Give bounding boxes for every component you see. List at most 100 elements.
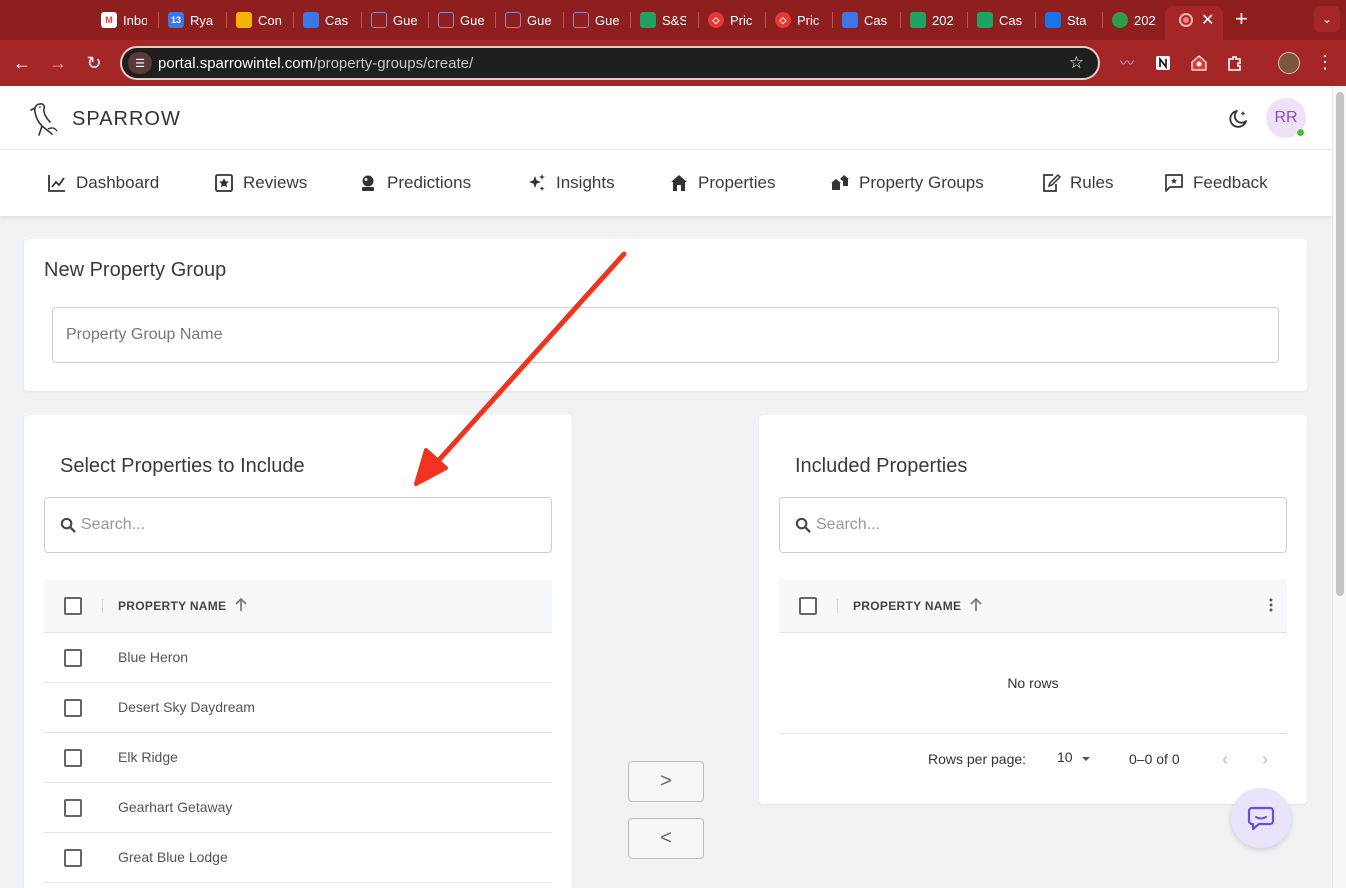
remove-from-included-button[interactable]: < (628, 818, 704, 859)
browser-tab[interactable]: Cas (842, 10, 888, 30)
browser-tab[interactable]: Gue (573, 10, 619, 30)
home-icon (671, 175, 687, 191)
browser-tab-title: Gue (595, 12, 619, 28)
extension-house-icon[interactable] (1188, 52, 1210, 74)
site-info-icon[interactable]: ☰ (128, 52, 152, 74)
browser-tab[interactable]: ◇ Pric (775, 10, 821, 30)
property-name-column-header[interactable]: PROPERTY NAME (118, 599, 226, 613)
extensions-puzzle-icon[interactable] (1224, 52, 1246, 74)
property-name-column-header[interactable]: PROPERTY NAME (853, 599, 961, 613)
browser-tab-title: Gue (527, 12, 551, 28)
brand-name[interactable]: SPARROW (72, 108, 181, 131)
row-checkbox[interactable] (64, 849, 82, 867)
close-tab-icon[interactable]: ✕ (1201, 10, 1214, 30)
table-row[interactable]: Blue Heron (44, 633, 552, 683)
url-text[interactable]: portal.sparrowintel.com/property-groups/… (158, 55, 473, 72)
browser-tab[interactable]: Cas (977, 10, 1023, 30)
next-page-icon[interactable]: › (1253, 747, 1277, 771)
sort-ascending-icon[interactable] (968, 597, 984, 613)
browser-tab-title: Gue (460, 12, 484, 28)
extension-wave-icon[interactable]: 〰 (1116, 52, 1138, 74)
search-included-input[interactable] (816, 499, 1276, 551)
row-checkbox[interactable] (64, 699, 82, 717)
house-icon (505, 12, 521, 28)
forward-icon[interactable]: → (46, 51, 70, 75)
tab-search-chevron-icon[interactable]: ⌄ (1314, 6, 1340, 32)
tab-separator (563, 12, 564, 28)
table-row[interactable]: Desert Sky Daydream (44, 683, 552, 733)
previous-page-icon[interactable]: ‹ (1213, 747, 1237, 771)
browser-tab[interactable]: Con (236, 10, 282, 30)
browser-tab-title: Sta (1067, 12, 1087, 28)
gmail-icon: M (101, 12, 117, 28)
tab-separator (900, 12, 901, 28)
search-available[interactable] (44, 497, 552, 553)
property-name-cell: Blue Heron (118, 649, 189, 665)
rows-per-page-select[interactable]: 10 (1057, 749, 1097, 771)
tab-separator (495, 12, 496, 28)
search-icon (60, 517, 76, 533)
scrollbar-thumb[interactable] (1336, 92, 1344, 596)
reload-icon[interactable]: ↻ (82, 51, 106, 75)
browser-tab-title: Pric (797, 12, 820, 28)
nav-predictions[interactable]: Predictions (358, 172, 471, 194)
browser-tab[interactable]: Gue (438, 10, 484, 30)
included-grid-header: PROPERTY NAME (779, 579, 1287, 633)
main-nav: Dashboard Reviews Predictions Insights P… (0, 150, 1332, 216)
nav-feedback[interactable]: Feedback (1164, 172, 1268, 194)
browser-tab[interactable]: Sta (1045, 10, 1091, 30)
nav-property-groups[interactable]: Property Groups (830, 172, 984, 194)
table-row[interactable]: Great Blue Lodge (44, 833, 552, 883)
sort-ascending-icon[interactable] (233, 597, 249, 613)
star-box-icon (215, 174, 233, 192)
sparrow-logo-icon (30, 103, 58, 136)
browser-tab[interactable]: M Inbo (101, 10, 147, 30)
browser-toolbar: ← → ↻ ☰ portal.sparrowintel.com/property… (0, 40, 1346, 86)
notion-extension-icon[interactable] (1152, 52, 1174, 74)
browser-tab[interactable]: 13 Rya (168, 10, 214, 30)
browser-tab[interactable]: 202 (910, 10, 956, 30)
browser-tab[interactable]: Gue (505, 10, 551, 30)
select-all-checkbox[interactable] (799, 597, 817, 615)
dark-mode-moon-icon[interactable] (1226, 107, 1250, 131)
page-scrollbar[interactable] (1332, 86, 1346, 888)
search-included[interactable] (779, 497, 1287, 553)
nav-label: Dashboard (76, 173, 160, 192)
browser-tab[interactable]: 202 (1112, 10, 1158, 30)
select-all-checkbox[interactable] (64, 597, 82, 615)
stats-icon (1045, 12, 1061, 28)
available-grid-header: PROPERTY NAME (44, 579, 552, 633)
support-chat-button[interactable] (1231, 788, 1291, 848)
row-checkbox[interactable] (64, 749, 82, 767)
nav-rules[interactable]: Rules (1041, 172, 1113, 194)
table-row[interactable]: Elk Ridge (44, 733, 552, 783)
nav-properties[interactable]: Properties (669, 172, 775, 194)
search-available-input[interactable] (81, 499, 541, 551)
row-checkbox[interactable] (64, 799, 82, 817)
property-name-cell: Gearhart Getaway (118, 799, 233, 815)
browser-tab[interactable]: ◇ Pric (708, 10, 754, 30)
nav-label: Feedback (1193, 173, 1268, 192)
browser-tab[interactable]: Cas (303, 10, 349, 30)
nav-insights[interactable]: Insights (527, 172, 615, 194)
column-menu-icon[interactable] (1263, 597, 1279, 613)
row-checkbox[interactable] (64, 649, 82, 667)
new-tab-icon[interactable]: + (1235, 8, 1248, 30)
browser-tab-title: Rya (190, 12, 214, 28)
browser-menu-icon[interactable]: ⋮ (1316, 52, 1334, 73)
tab-separator (158, 12, 159, 28)
browser-tab[interactable]: S&S (640, 10, 686, 30)
nav-reviews[interactable]: Reviews (214, 172, 307, 194)
active-tab[interactable]: ✕ (1165, 6, 1223, 40)
property-group-name-input[interactable] (52, 307, 1279, 363)
bookmark-star-icon[interactable]: ☆ (1069, 53, 1084, 73)
property-name-cell: Great Blue Lodge (118, 849, 228, 865)
nav-dashboard[interactable]: Dashboard (47, 172, 159, 194)
address-bar[interactable]: ☰ portal.sparrowintel.com/property-group… (120, 46, 1100, 80)
browser-profile-avatar[interactable] (1278, 52, 1300, 74)
add-to-included-button[interactable]: > (628, 761, 704, 802)
sheets-icon (640, 12, 656, 28)
browser-tab[interactable]: Gue (371, 10, 417, 30)
table-row[interactable]: Gearhart Getaway (44, 783, 552, 833)
back-icon[interactable]: ← (10, 51, 34, 75)
